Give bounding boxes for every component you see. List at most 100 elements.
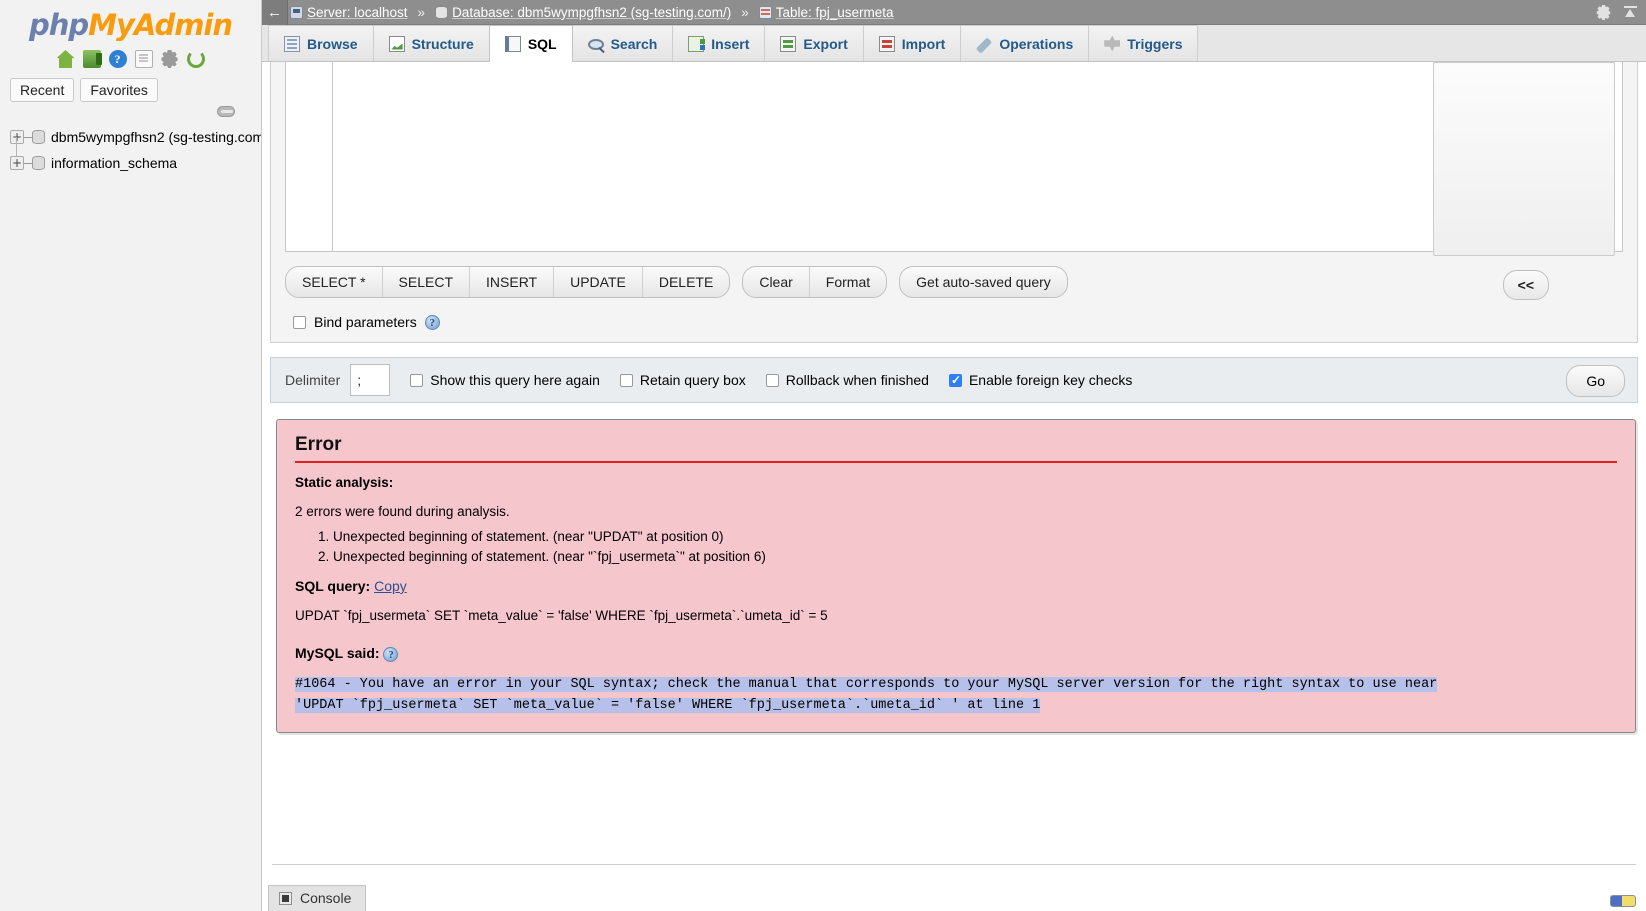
insert-button[interactable]: INSERT (470, 267, 555, 297)
option-label: Show this query here again (430, 372, 600, 388)
format-button[interactable]: Format (810, 267, 886, 297)
tab-label: Export (803, 35, 848, 52)
rollback-when-finished-checkbox[interactable] (765, 373, 779, 387)
logo-php: php (28, 8, 89, 42)
database-tree: + dbm5wympgfhsn2 (sg-testing.com + infor… (0, 124, 261, 176)
option-show-query-again[interactable]: Show this query here again (410, 372, 600, 388)
import-icon (878, 35, 895, 52)
navigation-sidebar: phpMyAdmin ? Recent Favorites + dbm5wymp… (0, 0, 262, 911)
expand-icon[interactable]: + (10, 156, 24, 170)
database-name-label[interactable]: information_schema (51, 155, 177, 171)
tree-dash (24, 136, 32, 138)
option-rollback-when-finished[interactable]: Rollback when finished (765, 372, 929, 388)
help-icon[interactable]: ? (424, 314, 440, 330)
console-bar: Console (262, 885, 1646, 911)
bind-parameters-checkbox[interactable] (293, 315, 306, 329)
tab-label: Triggers (1127, 35, 1183, 52)
sql-editor-gutter (285, 62, 333, 252)
tab-label: Browse (307, 35, 358, 52)
tab-label: SQL (527, 35, 557, 52)
breadcrumb-table[interactable]: Table: fpj_usermeta (776, 5, 894, 20)
delimiter-input[interactable] (350, 364, 391, 396)
tree-dash (24, 162, 32, 164)
enable-foreign-key-checks-checkbox[interactable] (948, 373, 962, 387)
delete-button[interactable]: DELETE (643, 267, 729, 297)
error-summary: 2 errors were found during analysis. (295, 504, 510, 519)
home-icon[interactable] (56, 50, 75, 68)
tab-sql[interactable]: SQL (488, 25, 573, 62)
error-panel: Error Static analysis: 2 errors were fou… (276, 419, 1636, 733)
logo-admin: Admin (133, 8, 233, 42)
documentation-icon[interactable] (134, 50, 153, 68)
main-panel: ← Server: localhost » Database: dbm5wymp… (262, 0, 1646, 911)
reload-icon[interactable] (186, 50, 205, 68)
mysql-error-line-1: #1064 - You have an error in your SQL sy… (295, 677, 1438, 692)
gear-icon[interactable] (1596, 5, 1611, 20)
database-icon (435, 5, 449, 19)
back-button[interactable]: ← (262, 0, 288, 25)
help-icon[interactable]: ? (383, 647, 399, 662)
copy-link[interactable]: Copy (374, 578, 407, 594)
option-label: Enable foreign key checks (968, 372, 1133, 388)
mysql-said-label: MySQL said: (295, 645, 380, 661)
option-label: Rollback when finished (785, 372, 929, 388)
column-selector-listbox[interactable] (1433, 62, 1615, 256)
sql-query-label: SQL query: (295, 578, 371, 594)
help-docs-icon[interactable]: ? (108, 50, 127, 68)
tree-item-database-0[interactable]: + dbm5wympgfhsn2 (sg-testing.com (10, 124, 261, 163)
database-name-label[interactable]: dbm5wympgfhsn2 (sg-testing.com (51, 129, 261, 145)
retain-query-box-checkbox[interactable] (619, 373, 633, 387)
bind-parameters-row: Bind parameters ? (271, 298, 1637, 330)
sql-query-textarea[interactable] (333, 62, 1623, 252)
console-button[interactable]: Console (268, 885, 367, 911)
console-toggle-icon[interactable] (1610, 895, 1636, 907)
select-button[interactable]: SELECT (383, 267, 471, 297)
sql-query-panel: SELECT * SELECT INSERT UPDATE DELETE Cle… (270, 62, 1638, 343)
mysql-error-line-2: 'UPDAT `fpj_usermeta` SET `meta_value` =… (295, 698, 1041, 713)
tree-item-database-1[interactable]: + information_schema (10, 150, 261, 176)
tab-structure[interactable]: Structure (372, 25, 490, 61)
tab-export[interactable]: Export (764, 25, 864, 61)
update-button[interactable]: UPDATE (554, 267, 643, 297)
tab-operations[interactable]: Operations (960, 25, 1090, 61)
option-retain-query-box[interactable]: Retain query box (619, 372, 746, 388)
go-button[interactable]: Go (1566, 365, 1625, 397)
operations-icon (976, 37, 993, 54)
tab-triggers[interactable]: Triggers (1088, 25, 1199, 61)
tab-insert[interactable]: Insert (672, 25, 766, 61)
static-analysis-heading: Static analysis: (295, 475, 394, 490)
sql-query-row: SQL query: Copy (295, 578, 1617, 594)
tab-import[interactable]: Import (862, 25, 962, 61)
breadcrumb-server[interactable]: Server: localhost (307, 5, 408, 20)
browse-icon (284, 35, 300, 52)
phpmyadmin-logo[interactable]: phpMyAdmin (0, 0, 261, 42)
tab-browse[interactable]: Browse (268, 25, 374, 61)
delimiter-label: Delimiter (285, 372, 341, 388)
breadcrumb-separator: » (417, 4, 426, 20)
logo-my: My (88, 8, 135, 42)
get-auto-saved-query-button[interactable]: Get auto-saved query (900, 267, 1067, 297)
breadcrumb-separator: » (741, 4, 749, 20)
sql-icon (504, 35, 521, 52)
collapse-icon[interactable] (1623, 5, 1638, 20)
error-item-list: Unexpected beginning of statement. (near… (295, 529, 1617, 564)
option-enable-foreign-key-checks[interactable]: Enable foreign key checks (948, 372, 1133, 388)
settings-icon[interactable] (161, 50, 178, 68)
show-query-again-checkbox[interactable] (410, 373, 424, 387)
column-selector-toggle-wrapper: << (1502, 270, 1549, 300)
insert-columns-button[interactable]: << (1502, 270, 1549, 300)
tab-recent[interactable]: Recent (10, 78, 75, 102)
breadcrumb-database[interactable]: Database: dbm5wympgfhsn2 (sg-testing.com… (452, 5, 731, 20)
failed-sql-text: UPDAT `fpj_usermeta` SET `meta_value` = … (295, 608, 828, 623)
logout-icon[interactable] (82, 50, 102, 68)
select-star-button[interactable]: SELECT * (286, 267, 383, 297)
tab-search[interactable]: Search (571, 25, 674, 61)
tab-favorites[interactable]: Favorites (80, 78, 158, 102)
structure-icon (388, 35, 405, 52)
clear-button[interactable]: Clear (743, 267, 810, 297)
navigation-toggle-icon[interactable] (217, 106, 235, 117)
bind-parameters-label: Bind parameters (314, 314, 417, 330)
error-list-item: Unexpected beginning of statement. (near… (333, 549, 1617, 564)
expand-icon[interactable]: + (10, 130, 24, 144)
export-icon (780, 35, 797, 52)
